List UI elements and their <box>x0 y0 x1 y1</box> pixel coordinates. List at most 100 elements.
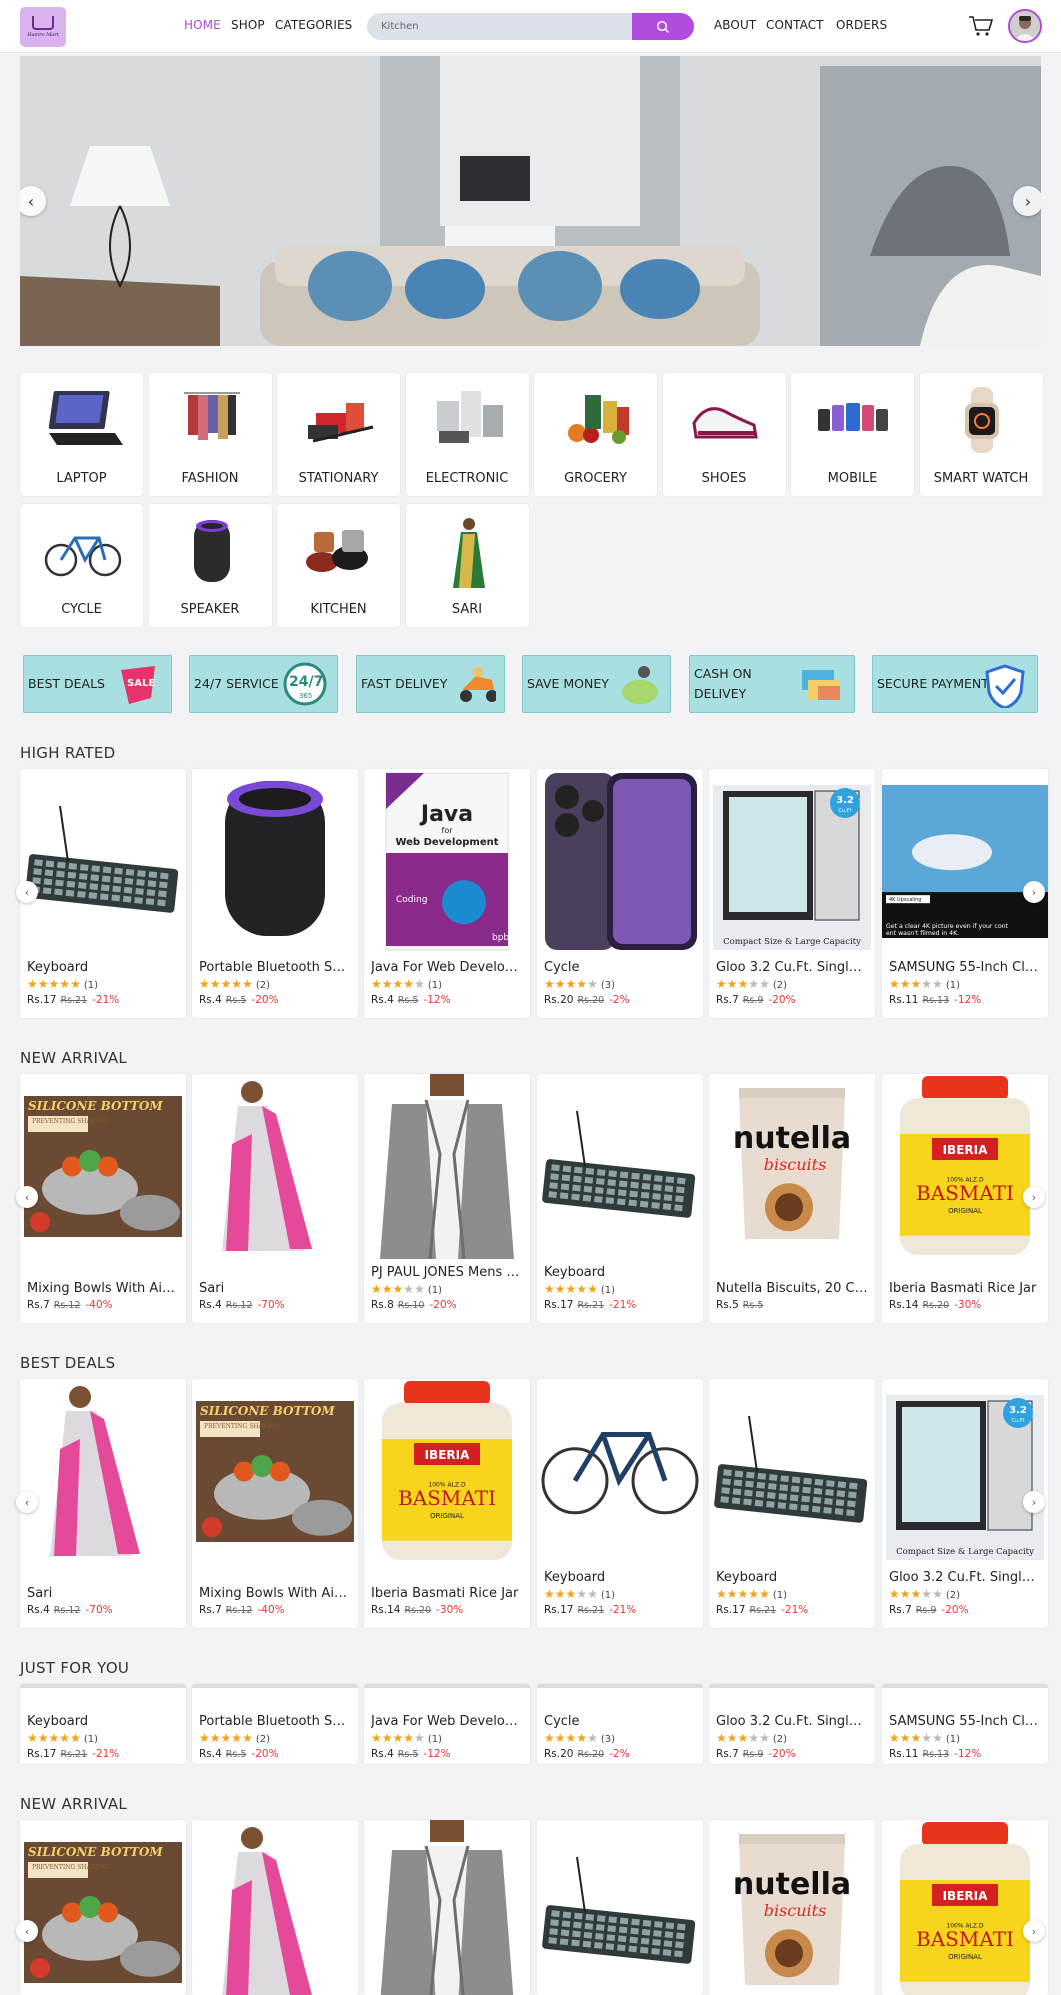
product-card[interactable]: Cycle ★★★★★ (3) Rs.20 Rs.20 -2% <box>537 1684 703 1764</box>
product-card[interactable]: Portable Bluetooth Speaker★★★★★(2)Rs.4Rs… <box>192 769 358 1018</box>
product-card[interactable]: nutellabiscuitsNutella Biscuits, 20 Coun… <box>709 1074 875 1323</box>
nav-contact[interactable]: CONTACT <box>766 18 824 32</box>
nav-shop[interactable]: SHOP <box>231 18 265 32</box>
category-mobile[interactable]: MOBILE <box>791 373 914 496</box>
feature-cash-on-delivey[interactable]: CASH ON DELIVEY <box>689 655 855 713</box>
product-card[interactable]: Sari Rs.4 Rs.12 -70% <box>192 1074 358 1323</box>
star-icon: ★ <box>544 1282 555 1296</box>
carousel-next-arrow[interactable]: › <box>1023 881 1045 903</box>
product-card[interactable]: Cycle ★★★★★ (3) Rs.20 Rs.20 -2% <box>537 769 703 1018</box>
product-card[interactable]: Java For Web Development★★★★★(1)Rs.4Rs.5… <box>364 1684 530 1764</box>
site-logo[interactable]: Hamro Mart <box>20 7 66 47</box>
star-icon: ★ <box>587 1282 598 1296</box>
product-name[interactable]: Portable Bluetooth Speaker <box>199 960 351 975</box>
product-name[interactable]: Nutella Biscuits, 20 Count <box>716 1281 868 1296</box>
category-sari[interactable]: SARI <box>405 504 529 627</box>
search-input[interactable] <box>381 13 621 40</box>
category-grocery[interactable]: GROCERY <box>534 373 657 496</box>
feature-secure-payment[interactable]: SECURE PAYMENT <box>872 655 1038 713</box>
product-card[interactable]: IBERIABASMATI100% ALZ.DORIGINALIberia Ba… <box>882 1820 1048 1995</box>
product-card[interactable]: Keyboard ★★★★★ (1) Rs.17 Rs.21 -21% <box>537 1379 703 1628</box>
carousel-prev-arrow[interactable]: ‹ <box>16 881 38 903</box>
search-button[interactable] <box>632 13 694 40</box>
product-name[interactable]: Keyboard <box>716 1570 868 1585</box>
product-name[interactable]: Iberia Basmati Rice Jar <box>371 1586 523 1601</box>
product-card[interactable]: SILICONE BOTTOMPREVENTING SHAKINGMixing … <box>192 1379 358 1628</box>
product-name[interactable]: Keyboard <box>27 960 179 975</box>
product-name[interactable]: SAMSUNG 55-Inch Class Crystal UHD <box>889 1714 1041 1729</box>
product-rating: ★★★★★ (3) <box>544 1731 615 1745</box>
product-rating: ★★★★★ (1) <box>371 1282 442 1296</box>
category-stationary[interactable]: STATIONARY <box>277 373 400 496</box>
product-name[interactable]: Mixing Bowls With Airtight Lids <box>199 1586 351 1601</box>
product-card[interactable]: PJ PAUL JONES Mens Blazer <box>364 1820 530 1995</box>
cart-icon[interactable] <box>968 14 994 38</box>
category-kitchen[interactable]: KITCHEN <box>277 504 400 627</box>
product-card[interactable]: Sari <box>192 1820 358 1995</box>
product-name[interactable]: Gloo 3.2 Cu.Ft. Single Door Mini Fridge <box>716 960 868 975</box>
product-card[interactable]: Sari Rs.4 Rs.12 -70% <box>20 1379 186 1628</box>
product-name[interactable]: Gloo 3.2 Cu.Ft. Single Door Mini Fridge <box>716 1714 868 1729</box>
product-card[interactable]: IBERIABASMATI100% ALZ.DORIGINALIberia Ba… <box>364 1379 530 1628</box>
feature-fast-delivey[interactable]: FAST DELIVEY <box>356 655 505 713</box>
carousel-next-arrow[interactable]: › <box>1023 1920 1045 1942</box>
product-card[interactable]: PJ PAUL JONES Mens Blazer★★★★★(1)Rs.8Rs.… <box>364 1074 530 1323</box>
product-card[interactable]: Keyboard ★★★★★ (1) Rs.17 Rs.21 -21% <box>20 1684 186 1764</box>
product-name[interactable]: Keyboard <box>544 1265 696 1280</box>
category-smart-watch[interactable]: SMART WATCH <box>919 373 1043 496</box>
product-card[interactable]: Keyboard ★★★★★ (1) Rs.17 Rs.21 -21% <box>20 769 186 1018</box>
product-card[interactable]: Keyboard <box>537 1820 703 1995</box>
carousel-next-arrow[interactable]: › <box>1023 1491 1045 1513</box>
product-card[interactable]: SILICONE BOTTOMPREVENTING SHAKINGMixing … <box>20 1074 186 1323</box>
carousel-prev-arrow[interactable]: ‹ <box>16 1491 38 1513</box>
discount-badge: -30% <box>954 1299 982 1311</box>
product-card[interactable]: SAMSUNG 55-Inch Class Crystal UHD★★★★★(1… <box>882 1684 1048 1764</box>
product-name[interactable]: Java For Web Development <box>371 1714 523 1729</box>
category-laptop[interactable]: LAPTOP <box>20 373 143 496</box>
rating-count: (2) <box>945 1590 960 1601</box>
category-fashion[interactable]: FASHION <box>148 373 272 496</box>
product-card[interactable]: Keyboard ★★★★★ (1) Rs.17 Rs.21 -21% <box>537 1074 703 1323</box>
nav-categories[interactable]: CATEGORIES <box>275 18 352 32</box>
product-card[interactable]: SILICONE BOTTOMPREVENTING SHAKINGMixing … <box>20 1820 186 1995</box>
product-card[interactable]: nutellabiscuitsNutella Biscuits, 20 Coun… <box>709 1820 875 1995</box>
carousel-prev-arrow[interactable]: ‹ <box>16 1920 38 1942</box>
nav-about[interactable]: ABOUT <box>714 18 756 32</box>
product-name[interactable]: Sari <box>199 1281 351 1296</box>
product-name[interactable]: Iberia Basmati Rice Jar <box>889 1281 1041 1296</box>
product-name[interactable]: Mixing Bowls With Airtight Lids <box>27 1281 179 1296</box>
product-name[interactable]: SAMSUNG 55-Inch Class Crystal UHD <box>889 960 1041 975</box>
feature-best-deals[interactable]: BEST DEALS SALE <box>23 655 172 713</box>
nav-home[interactable]: HOME <box>184 18 221 32</box>
category-label: KITCHEN <box>310 602 367 617</box>
carousel-next-arrow[interactable]: › <box>1023 1186 1045 1208</box>
svg-text:3.2: 3.2 <box>836 795 854 806</box>
product-name[interactable]: Cycle <box>544 960 696 975</box>
product-name[interactable]: Cycle <box>544 1714 696 1729</box>
rating-count: (3) <box>600 1734 615 1745</box>
nav-orders[interactable]: ORDERS <box>836 18 887 32</box>
product-name[interactable]: Keyboard <box>27 1714 179 1729</box>
category-speaker[interactable]: SPEAKER <box>148 504 272 627</box>
carousel-prev-arrow[interactable]: ‹ <box>16 1186 38 1208</box>
product-name[interactable]: Java For Web Development <box>371 960 523 975</box>
product-name[interactable]: PJ PAUL JONES Mens Blazer <box>371 1265 523 1280</box>
feature-24-7-service[interactable]: 24/7 SERVICE 24/7 365 <box>189 655 338 713</box>
section-title: JUST FOR YOU <box>20 1659 130 1677</box>
user-avatar[interactable] <box>1008 9 1042 43</box>
product-card[interactable]: Portable Bluetooth Speaker★★★★★(2)Rs.4Rs… <box>192 1684 358 1764</box>
product-card[interactable]: Java for Web Development Coding bpb Java For … <box>364 769 530 1018</box>
star-icon: ★ <box>748 1587 760 1601</box>
product-card[interactable]: Gloo 3.2 Cu.Ft. Single Door Mini Fridge ★… <box>709 1684 875 1764</box>
category-cycle[interactable]: CYCLE <box>20 504 143 627</box>
product-name[interactable]: Sari <box>27 1586 179 1601</box>
category-electronic[interactable]: ELECTRONIC <box>405 373 529 496</box>
category-shoes[interactable]: SHOES <box>662 373 786 496</box>
product-name[interactable]: Portable Bluetooth Speaker <box>199 1714 351 1729</box>
feature-save-money[interactable]: SAVE MONEY <box>522 655 671 713</box>
hero-next-arrow[interactable]: › <box>1013 186 1041 216</box>
product-name[interactable]: Gloo 3.2 Cu.Ft. Single Door Mini Fridge <box>889 1570 1041 1585</box>
product-card[interactable]: 3.2 Cu.Ft Compact Size & Large Capacity Glo… <box>709 769 875 1018</box>
product-name[interactable]: Keyboard <box>544 1570 696 1585</box>
product-card[interactable]: Keyboard ★★★★★ (1) Rs.17 Rs.21 -21% <box>709 1379 875 1628</box>
